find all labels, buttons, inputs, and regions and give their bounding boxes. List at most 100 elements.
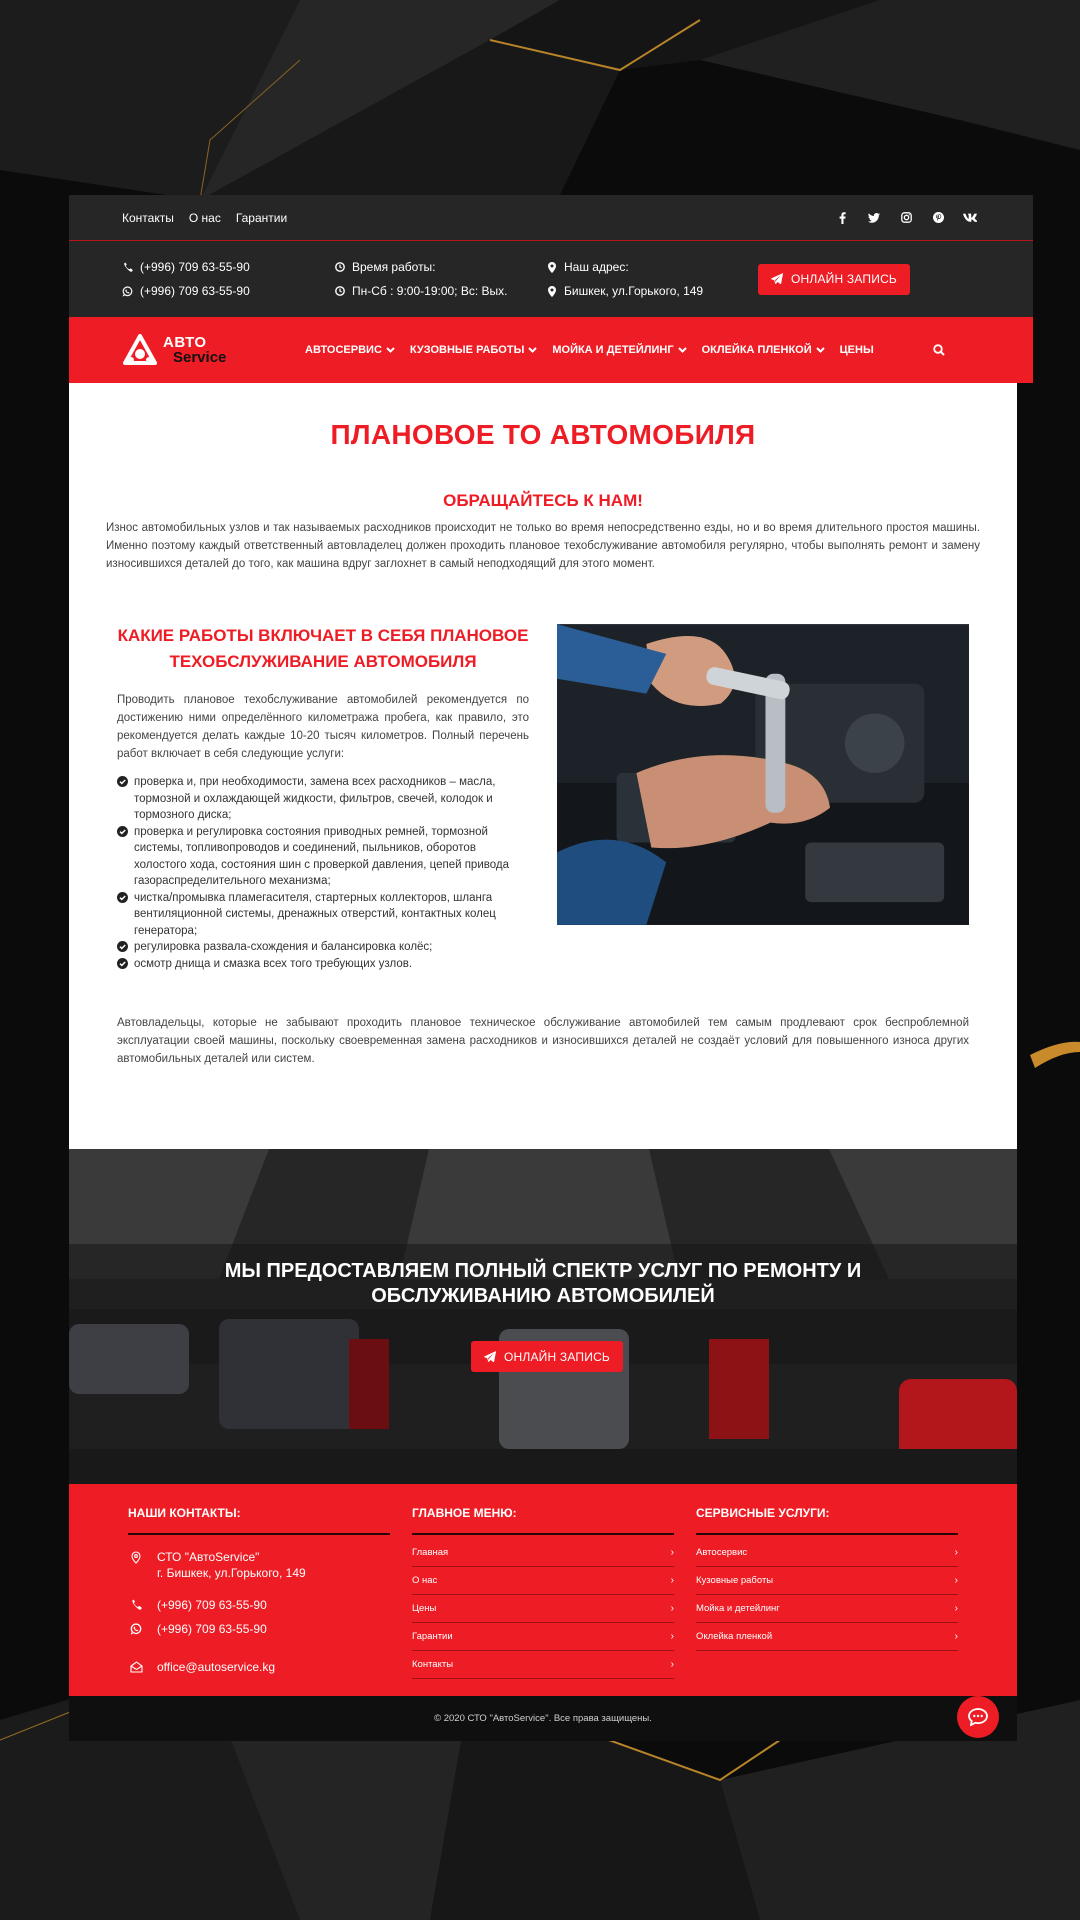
list-item: проверка и регулировка состояния приводн… <box>117 824 529 890</box>
footer-menu-item[interactable]: Цены › <box>412 1595 674 1623</box>
logo-icon <box>123 334 157 365</box>
instagram-icon[interactable] <box>899 212 913 223</box>
hours-value: Пн-Сб : 9:00-19:00; Вс: Вых. <box>352 284 508 298</box>
footer-services-list: Автосервис › Кузовные работы › Мойка и дет… <box>696 1539 958 1651</box>
nav-item-film-wrap[interactable]: ОКЛЕЙКА ПЛЕНКОЙ <box>702 344 825 356</box>
footer-services: СЕРВИСНЫЕ УСЛУГИ: Автосервис › Кузовные р… <box>696 1506 958 1696</box>
chevron-right-icon: › <box>670 1631 674 1642</box>
logo-text: АВТО Service <box>163 335 226 365</box>
main-nav: АВТО Service АВТОСЕРВИС КУЗОВНЫЕ РАБОТЫ … <box>69 317 1033 383</box>
cta-booking-label: ОНЛАЙН ЗАПИСЬ <box>504 1349 611 1364</box>
cta-booking-button[interactable]: ОНЛАЙН ЗАПИСЬ <box>471 1341 624 1372</box>
mechanic-photo <box>557 624 969 925</box>
nav-item-label: МОЙКА И ДЕТЕЙЛИНГ <box>552 344 674 356</box>
chevron-right-icon: › <box>670 1603 674 1614</box>
footer-service-item-label: Автосервис <box>696 1547 748 1558</box>
social-links <box>835 211 977 224</box>
footer-address-text: СТО "АвтоService" г. Бишкек, ул.Горького… <box>157 1549 306 1581</box>
nav-item-autoservice[interactable]: АВТОСЕРВИС <box>305 344 395 356</box>
search-icon[interactable] <box>933 344 945 356</box>
address-value-line: Бишкек, ул.Горького, 149 <box>546 284 758 298</box>
nav-item-label: АВТОСЕРВИС <box>305 344 382 356</box>
list-item: осмотр днища и смазка всех того требующи… <box>117 956 529 973</box>
works-heading: КАКИЕ РАБОТЫ ВКЛЮЧАЕТ В СЕБЯ ПЛАНОВОЕ ТЕ… <box>117 623 529 675</box>
footer-services-title: СЕРВИСНЫЕ УСЛУГИ: <box>696 1506 958 1535</box>
works-heading-line-2: ТЕХОБСЛУЖИВАНИЕ АВТОМОБИЛЯ <box>169 652 477 671</box>
phone-line-1[interactable]: (+996) 709 63-55-90 <box>122 260 334 274</box>
chevron-down-icon <box>677 347 687 353</box>
chevron-right-icon: › <box>954 1547 958 1558</box>
chevron-right-icon: › <box>954 1575 958 1586</box>
paper-plane-icon <box>771 273 783 285</box>
footer-service-item-label: Мойка и детейлинг <box>696 1603 780 1614</box>
chevron-right-icon: › <box>670 1547 674 1558</box>
twitter-icon[interactable] <box>867 212 881 223</box>
footer-phone-1: (+996) 709 63-55-90 <box>157 1598 267 1612</box>
phone-number-1: (+996) 709 63-55-90 <box>140 260 250 274</box>
works-section: КАКИЕ РАБОТЫ ВКЛЮЧАЕТ В СЕБЯ ПЛАНОВОЕ ТЕ… <box>106 623 980 972</box>
footer-service-item[interactable]: Автосервис › <box>696 1539 958 1567</box>
hours-label-line: Время работы: <box>334 260 546 274</box>
top-link-about[interactable]: О нас <box>189 211 221 225</box>
footer-menu-item[interactable]: Главная › <box>412 1539 674 1567</box>
footer-menu-item[interactable]: Гарантии › <box>412 1623 674 1651</box>
footer-email-row[interactable]: office@autoservice.kg <box>128 1659 390 1675</box>
footer-menu-item[interactable]: Контакты › <box>412 1651 674 1679</box>
top-link-contacts[interactable]: Контакты <box>122 211 174 225</box>
outro-paragraph: Автовладельцы, которые не забывают прохо… <box>117 1017 969 1065</box>
top-link-guarantees[interactable]: Гарантии <box>236 211 287 225</box>
footer-service-item[interactable]: Кузовные работы › <box>696 1567 958 1595</box>
list-item: проверка и, при необходимости, замена вс… <box>117 774 529 824</box>
phone-number-2: (+996) 709 63-55-90 <box>140 284 250 298</box>
nav-item-washing-detailing[interactable]: МОЙКА И ДЕТЕЙЛИНГ <box>552 344 687 356</box>
info-bar: (+996) 709 63-55-90 (+996) 709 63-55-90 … <box>69 241 1033 317</box>
chevron-right-icon: › <box>954 1631 958 1642</box>
list-item-text: осмотр днища и смазка всех того требующи… <box>134 957 413 970</box>
footer-contacts-title: НАШИ КОНТАКТЫ: <box>128 1506 390 1535</box>
footer-service-item-label: Кузовные работы <box>696 1575 774 1586</box>
nav-item-body-work[interactable]: КУЗОВНЫЕ РАБОТЫ <box>409 344 538 356</box>
whatsapp-icon <box>122 285 133 297</box>
address-column: Наш адрес: Бишкек, ул.Горького, 149 <box>546 260 758 298</box>
chat-widget-button[interactable] <box>957 1696 999 1738</box>
footer-service-item[interactable]: Мойка и детейлинг › <box>696 1595 958 1623</box>
logo-line-2: Service <box>173 349 227 366</box>
footer-email: office@autoservice.kg <box>157 1660 276 1674</box>
nav-item-label: КУЗОВНЫЕ РАБОТЫ <box>409 344 525 356</box>
nav-item-label: ЦЕНЫ <box>839 344 874 356</box>
footer-service-item[interactable]: Оклейка пленкой › <box>696 1623 958 1651</box>
facebook-icon[interactable] <box>835 211 849 224</box>
list-item-text: чистка/промывка пламегасителя, стартерны… <box>134 891 496 937</box>
phone-column: (+996) 709 63-55-90 (+996) 709 63-55-90 <box>122 260 334 298</box>
footer-phone-row-2[interactable]: (+996) 709 63-55-90 <box>128 1621 390 1637</box>
cta-heading: МЫ ПРЕДОСТАВЛЯЕМ ПОЛНЫЙ СПЕКТР УСЛУГ ПО … <box>69 1259 1017 1309</box>
address-label-line: Наш адрес: <box>546 260 758 274</box>
list-item: регулировка развала-схождения и балансир… <box>117 939 529 956</box>
hours-label: Время работы: <box>352 260 436 274</box>
pinterest-icon[interactable] <box>931 212 945 223</box>
main-content: ПЛАНОВОЕ ТО АВТОМОБИЛЯ ОБРАЩАЙТЕСЬ К НАМ… <box>69 383 1017 1149</box>
works-text-column: КАКИЕ РАБОТЫ ВКЛЮЧАЕТ В СЕБЯ ПЛАНОВОЕ ТЕ… <box>117 623 529 972</box>
map-pin-icon <box>546 285 557 297</box>
footer-menu-item[interactable]: О нас › <box>412 1567 674 1595</box>
phone-line-2[interactable]: (+996) 709 63-55-90 <box>122 284 334 298</box>
online-booking-button[interactable]: ОНЛАЙН ЗАПИСЬ <box>758 263 911 295</box>
footer-menu-item-label: О нас <box>412 1575 438 1586</box>
envelope-open-icon <box>128 1659 144 1673</box>
address-value: Бишкек, ул.Горького, 149 <box>564 284 704 298</box>
footer-phone-row-1[interactable]: (+996) 709 63-55-90 <box>128 1597 390 1613</box>
check-circle-icon <box>117 941 128 952</box>
footer-menu-title: ГЛАВНОЕ МЕНЮ: <box>412 1506 674 1535</box>
vk-icon[interactable] <box>963 213 977 222</box>
top-bar: Контакты О нас Гарантии <box>69 195 1033 241</box>
copyright-text: © 2020 СТО "АвтоService". Все права защи… <box>434 1713 652 1724</box>
logo[interactable]: АВТО Service <box>122 333 289 367</box>
nav-item-prices[interactable]: ЦЕНЫ <box>840 344 874 356</box>
clock-icon <box>334 262 345 272</box>
chevron-right-icon: › <box>670 1659 674 1670</box>
map-pin-outline-icon <box>128 1549 144 1564</box>
footer-address: г. Бишкек, ул.Горького, 149 <box>157 1566 306 1580</box>
cta-heading-line-1: МЫ ПРЕДОСТАВЛЯЕМ ПОЛНЫЙ СПЕКТР УСЛУГ ПО … <box>224 1260 862 1282</box>
map-pin-icon <box>546 261 557 273</box>
nav-item-label: ОКЛЕЙКА ПЛЕНКОЙ <box>701 344 812 356</box>
